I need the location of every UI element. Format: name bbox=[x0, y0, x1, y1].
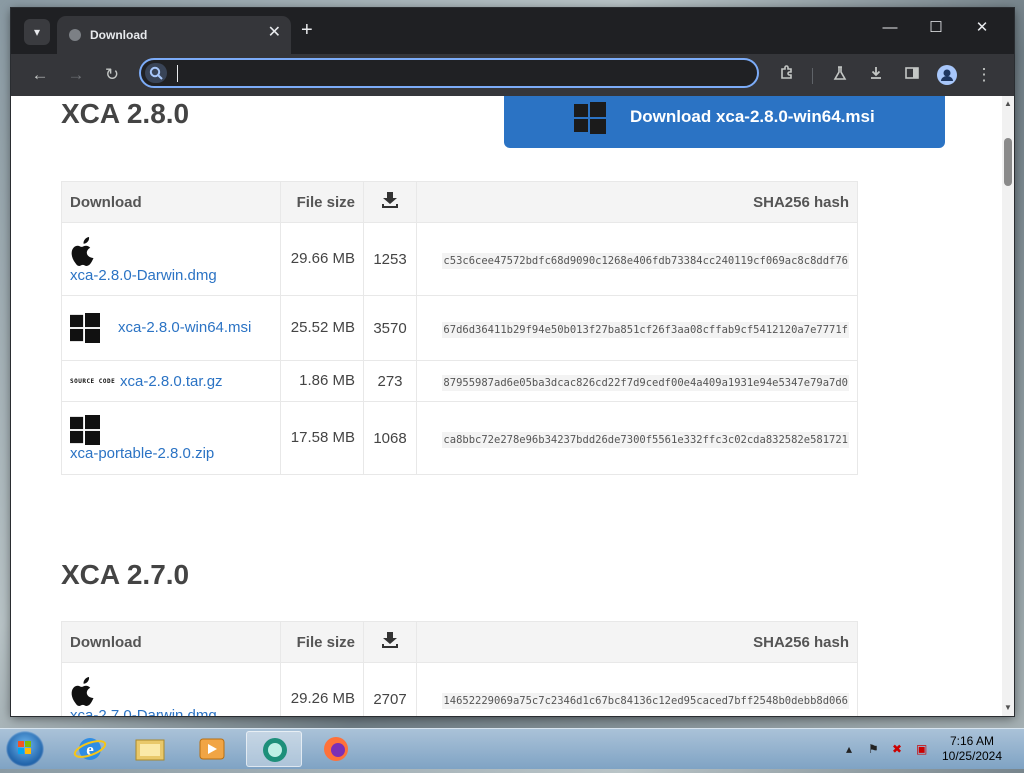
apple-logo-icon bbox=[71, 676, 94, 706]
taskbar-firefox[interactable] bbox=[308, 731, 364, 767]
version-heading-2-8-0: XCA 2.8.0 bbox=[61, 98, 190, 129]
scrollbar-thumb[interactable] bbox=[1004, 138, 1012, 186]
downloads-icon[interactable] bbox=[865, 65, 887, 86]
taskbar-file-explorer[interactable] bbox=[122, 731, 178, 767]
source-code-logo-text: SOURCE CODE bbox=[70, 377, 116, 385]
download-msi-button[interactable]: Download xca-2.8.0-win64.msi bbox=[504, 96, 945, 148]
media-player-icon bbox=[199, 738, 225, 760]
close-tab-icon[interactable]: ✕ bbox=[268, 25, 281, 41]
sha256-hash: ca8bbc72e278e96b34237bdd26de7300f5561e33… bbox=[442, 431, 849, 448]
tab-search-button[interactable]: ▾ bbox=[24, 19, 50, 45]
taskbar-internet-explorer[interactable]: e bbox=[62, 731, 118, 767]
vertical-scrollbar[interactable]: ▲ ▼ bbox=[1002, 96, 1014, 716]
tab-title: Download bbox=[90, 28, 148, 42]
browser-toolbar: ← → ↻ ⋮ bbox=[11, 54, 1014, 96]
table-row: xca-portable-2.8.0.zip 17.58 MB 1068 ca8… bbox=[61, 401, 858, 475]
show-hidden-icons[interactable]: ▴ bbox=[846, 742, 852, 756]
apple-logo-icon bbox=[71, 236, 94, 266]
address-bar[interactable] bbox=[139, 58, 759, 88]
address-input[interactable] bbox=[175, 64, 739, 84]
tab-download[interactable]: Download ✕ bbox=[57, 16, 291, 54]
table-row: xca-2.8.0-Darwin.dmg 29.66 MB 1253 c53c6… bbox=[61, 222, 858, 296]
windows-taskbar: e ▴ ⚑ ✖ ▣ 7:16 AM 10/25/2024 bbox=[0, 728, 1024, 769]
windows-flag-icon bbox=[18, 741, 31, 754]
text-caret bbox=[177, 65, 178, 82]
header-downloads-count[interactable] bbox=[363, 621, 417, 663]
network-disconnected-icon[interactable]: ▣ bbox=[916, 742, 927, 756]
windows-logo-icon bbox=[70, 414, 100, 445]
windows-logo-icon bbox=[574, 102, 606, 134]
folder-icon bbox=[135, 739, 165, 761]
firefox-icon bbox=[324, 737, 348, 761]
table-row: SOURCE CODE xca-2.8.0.tar.gz 1.86 MB 273… bbox=[61, 360, 858, 402]
file-link[interactable]: xca-portable-2.8.0.zip bbox=[70, 445, 214, 462]
reload-icon[interactable]: ↻ bbox=[101, 65, 123, 85]
header-download[interactable]: Download bbox=[61, 181, 281, 223]
new-tab-button[interactable]: + bbox=[301, 20, 313, 40]
header-download[interactable]: Download bbox=[61, 621, 281, 663]
sha256-hash: 67d6d36411b29f94e50b013f27ba851cf26f3aa0… bbox=[442, 321, 849, 338]
minimize-button[interactable]: — bbox=[880, 20, 900, 35]
table-row: xca-2.8.0-win64.msi 25.52 MB 3570 67d6d3… bbox=[61, 295, 858, 361]
back-icon[interactable]: ← bbox=[29, 65, 51, 85]
sha256-hash: 14652229069a75c7c2346d1c67bc84136c12ed95… bbox=[442, 692, 849, 709]
clock-date: 10/25/2024 bbox=[941, 749, 1003, 763]
downloads-table-2-8-0: Download File size SHA256 hash xca-2.8.0… bbox=[61, 181, 858, 475]
header-sha256[interactable]: SHA256 hash bbox=[416, 621, 858, 663]
volume-muted-icon[interactable]: ✖ bbox=[892, 742, 902, 756]
browser-window: ▾ Download ✕ + — ☐ ✕ ← → ↻ ⋮ XCA 2.8.0 D… bbox=[11, 8, 1014, 716]
table-row: xca-2.7.0-Darwin.dmg 29.26 MB 2707 14652… bbox=[61, 662, 858, 717]
header-downloads-count[interactable] bbox=[363, 181, 417, 223]
maximize-button[interactable]: ☐ bbox=[926, 20, 946, 35]
download-count: 273 bbox=[363, 360, 417, 402]
forward-icon[interactable]: → bbox=[65, 65, 87, 85]
close-window-button[interactable]: ✕ bbox=[972, 20, 992, 35]
file-link[interactable]: xca-2.8.0-Darwin.dmg bbox=[70, 267, 217, 284]
header-sha256[interactable]: SHA256 hash bbox=[416, 181, 858, 223]
download-count: 2707 bbox=[363, 662, 417, 716]
file-size: 29.26 MB bbox=[280, 662, 364, 716]
file-link[interactable]: xca-2.8.0-win64.msi bbox=[118, 319, 251, 336]
labs-flask-icon[interactable] bbox=[829, 65, 851, 86]
action-center-icon[interactable]: ⚑ bbox=[868, 742, 879, 756]
profile-avatar-icon[interactable] bbox=[937, 65, 957, 85]
header-file-size[interactable]: File size bbox=[280, 181, 364, 223]
file-link[interactable]: xca-2.7.0-Darwin.dmg bbox=[70, 707, 217, 717]
download-count: 1068 bbox=[363, 401, 417, 475]
browser-app-icon bbox=[263, 738, 287, 762]
sha256-hash: 87955987ad6e05ba3dcac826cd22f7d9cedf00e4… bbox=[442, 374, 849, 391]
sha256-hash: c53c6cee47572bdfc68d9090c1268e406fdb7338… bbox=[442, 252, 849, 269]
clock-time: 7:16 AM bbox=[949, 734, 995, 748]
version-heading-2-7-0: XCA 2.7.0 bbox=[61, 559, 190, 590]
file-size: 17.58 MB bbox=[280, 401, 364, 475]
internet-explorer-icon: e bbox=[73, 738, 107, 760]
file-link[interactable]: xca-2.8.0.tar.gz bbox=[120, 373, 223, 390]
downloads-table-2-7-0: Download File size SHA256 hash xca-2.7.0… bbox=[61, 621, 858, 716]
source-code-icon: SOURCE CODE bbox=[70, 378, 115, 385]
download-count: 1253 bbox=[363, 222, 417, 296]
scroll-up-icon[interactable]: ▲ bbox=[1002, 98, 1014, 110]
windows-logo-icon bbox=[70, 313, 100, 343]
download-count-icon bbox=[382, 632, 398, 648]
header-file-size[interactable]: File size bbox=[280, 621, 364, 663]
start-button[interactable] bbox=[6, 731, 44, 767]
taskbar-browser-active[interactable] bbox=[246, 731, 302, 767]
download-button-label: Download xca-2.8.0-win64.msi bbox=[630, 107, 875, 126]
file-size: 29.66 MB bbox=[280, 222, 364, 296]
download-count: 3570 bbox=[363, 295, 417, 361]
search-icon bbox=[145, 63, 167, 83]
side-panel-icon[interactable] bbox=[901, 65, 923, 86]
menu-kebab-icon[interactable]: ⋮ bbox=[973, 65, 995, 85]
download-count-icon bbox=[382, 192, 398, 208]
page-viewport: XCA 2.8.0 Download xca-2.8.0-win64.msi D… bbox=[11, 96, 1002, 716]
file-size: 25.52 MB bbox=[280, 295, 364, 361]
taskbar-media-player[interactable] bbox=[184, 731, 240, 767]
scroll-down-icon[interactable]: ▼ bbox=[1002, 702, 1014, 714]
toolbar-separator bbox=[812, 68, 813, 84]
file-size: 1.86 MB bbox=[280, 360, 364, 402]
globe-icon bbox=[69, 29, 81, 41]
title-bar: ▾ Download ✕ + — ☐ ✕ bbox=[11, 8, 1014, 54]
extensions-icon[interactable] bbox=[776, 65, 798, 86]
system-clock[interactable]: 7:16 AM 10/25/2024 bbox=[940, 734, 1004, 764]
